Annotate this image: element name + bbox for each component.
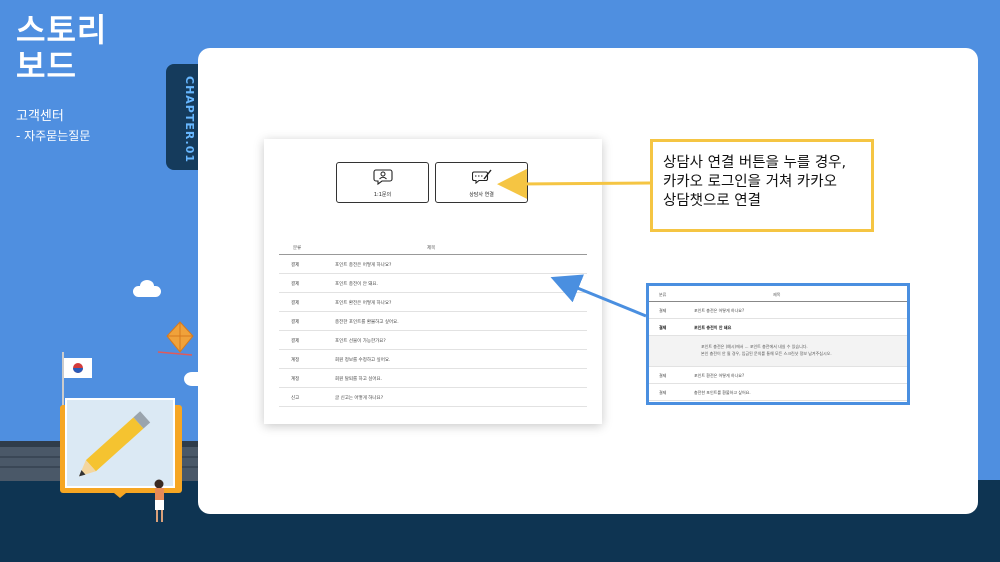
table-row[interactable]: 계정 회원 탈퇴를 하고 싶어요.	[279, 369, 587, 388]
row-title: 충전한 포인트를 환불하고 싶어요.	[335, 320, 399, 325]
row-category: 결제	[659, 373, 667, 378]
row-category: 결제	[659, 390, 667, 395]
row-title: 포인트 선물이 가능한가요?	[335, 339, 386, 344]
chat-pen-icon	[472, 169, 492, 185]
palace-wall	[0, 441, 210, 481]
faq-table-header: 분류 제목	[279, 240, 587, 255]
page-title-line2: 보드	[16, 47, 77, 85]
page-title-line1: 스토리	[16, 11, 108, 49]
detail-header-title: 제목	[773, 292, 781, 297]
row-title: 회원 탈퇴를 하고 싶어요.	[335, 377, 383, 382]
faq-detail-preview: 분류 제목 결제 포인트 충전은 어떻게 하나요? 결제 포인트 충전이 안 돼…	[646, 283, 910, 405]
row-category: 결제	[659, 308, 667, 313]
table-row[interactable]: 결제 포인트 환전은 어떻게 하나요?	[279, 293, 587, 312]
row-category: 결제	[291, 301, 300, 306]
row-category: 계정	[291, 358, 300, 363]
table-row[interactable]: 결제 포인트 환전은 어떻게 하나요?	[649, 367, 907, 384]
row-title: 포인트 환전은 어떻게 하나요?	[694, 373, 745, 378]
row-title: 포인트 환전은 어떻게 하나요?	[335, 301, 392, 306]
table-row[interactable]: 결제 포인트 충전은 어떻게 하나요?	[279, 255, 587, 274]
row-title: 포인트 충전은 어떻게 하나요?	[335, 263, 392, 268]
row-title: 글 신고는 어떻게 하나요?	[335, 396, 384, 401]
counselor-callout: 상담사 연결 버튼을 누를 경우, 카카오 로그인을 거쳐 카카오 상담챗으로 …	[650, 139, 874, 232]
row-category: 결제	[291, 320, 300, 325]
chapter-label: CHAPTER.01	[183, 76, 196, 164]
section-label: 고객센터	[16, 109, 64, 124]
subsection-label: - 자주묻는질문	[16, 129, 91, 143]
table-row[interactable]: 결제 포인트 충전이 안 돼요.	[279, 274, 587, 293]
row-title: 포인트 충전이 안 돼요.	[335, 282, 378, 287]
table-row[interactable]: 계정 회원 정보를 수정하고 싶어요.	[279, 350, 587, 369]
answer-line1: 포인트 충전은 (예시)에서 ... 포인트 충전에서 내실 수 있습니다.	[701, 344, 808, 349]
row-title: 포인트 충전이 안 돼요	[694, 325, 732, 330]
counselor-connect-label: 상담사 연결	[469, 192, 494, 198]
row-title: 충전한 포인트를 환불하고 싶어요.	[694, 390, 751, 395]
row-category: 결제	[291, 339, 300, 344]
table-row[interactable]: 결제 충전한 포인트를 환불하고 싶어요.	[279, 312, 587, 331]
page-title: 스토리 보드	[16, 12, 107, 84]
callout-line1: 상담사 연결 버튼을 누를 경우,	[663, 155, 847, 171]
header-title: 제목	[427, 246, 436, 251]
table-row[interactable]: 결제 포인트 충전은 어떻게 하나요?	[649, 302, 907, 319]
faq-answer: 포인트 충전은 (예시)에서 ... 포인트 충전에서 내실 수 있습니다. 본…	[649, 336, 907, 367]
answer-line2: 본인 충전이 안 될 경우, 입금된 문의를 통해 모든 스크린샷 정보 남겨주…	[701, 351, 832, 356]
callout-line3: 상담챗으로 연결	[663, 193, 761, 209]
palace-wall-line	[0, 456, 210, 458]
palace-wall-line	[0, 466, 210, 468]
table-row-expanded[interactable]: 결제 포인트 충전이 안 돼요	[649, 319, 907, 336]
one-to-one-inquiry-button[interactable]: 1:1문의	[336, 162, 429, 203]
row-title: 회원 정보를 수정하고 싶어요.	[335, 358, 391, 363]
row-category: 결제	[659, 325, 667, 330]
row-category: 결제	[291, 282, 300, 287]
table-row[interactable]: 신고 글 신고는 어떻게 하나요?	[279, 388, 587, 407]
table-row[interactable]: 결제 포인트 선물이 가능한가요?	[279, 331, 587, 350]
one-to-one-inquiry-label: 1:1문의	[373, 192, 392, 198]
header-category: 분류	[293, 246, 302, 251]
cloud-icon	[140, 280, 154, 292]
chat-user-icon	[373, 169, 393, 186]
row-category: 계정	[291, 377, 300, 382]
detail-table-header: 분류 제목	[649, 286, 907, 302]
row-title: 포인트 충전은 어떻게 하나요?	[694, 308, 745, 313]
row-category: 신고	[291, 396, 300, 401]
callout-line2: 카카오 로그인을 거쳐 카카오	[663, 174, 837, 190]
detail-header-category: 분류	[659, 292, 667, 297]
table-row[interactable]: 결제 충전한 포인트를 환불하고 싶어요.	[649, 384, 907, 401]
counselor-connect-button[interactable]: 상담사 연결	[435, 162, 528, 203]
palace-wall-roof	[0, 441, 210, 447]
row-category: 결제	[291, 263, 300, 268]
